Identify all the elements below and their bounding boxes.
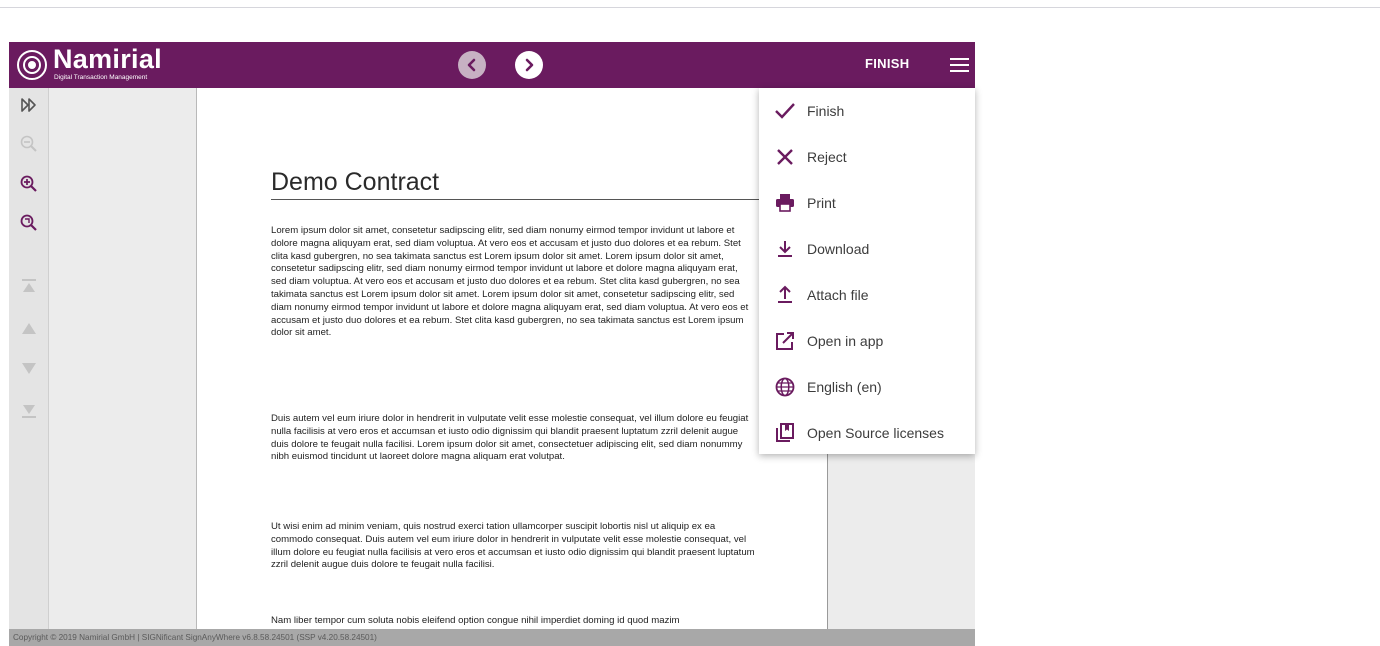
thumbnail-panel [49, 88, 197, 629]
menu-item-finish[interactable]: Finish [759, 88, 975, 134]
double-chevron-right-icon[interactable] [18, 94, 40, 116]
zoom-out-icon[interactable] [18, 133, 40, 155]
document-paragraph: Lorem ipsum dolor sit amet, consetetur s… [271, 225, 749, 339]
close-icon [773, 145, 797, 169]
chevron-left-icon [467, 58, 476, 72]
menu-item-open-in-app[interactable]: Open in app [759, 318, 975, 364]
zoom-in-icon[interactable] [18, 173, 40, 195]
printer-icon [773, 191, 797, 215]
top-divider [0, 7, 1380, 8]
menu-item-label: Open Source licenses [807, 425, 944, 441]
viewer-toolbar [9, 88, 49, 629]
document-paragraph: Duis autem vel eum iriure dolor in hendr… [271, 413, 749, 463]
menu-item-attach-file[interactable]: Attach file [759, 272, 975, 318]
document-page: Demo Contract Lorem ipsum dolor sit amet… [197, 88, 828, 646]
copyright-footer: Copyright © 2019 Namirial GmbH | SIGNifi… [9, 629, 975, 646]
menu-item-download[interactable]: Download [759, 226, 975, 272]
menu-item-label: Finish [807, 103, 845, 119]
last-page-icon[interactable] [18, 400, 40, 422]
actions-menu: Finish Reject Print Download Attach file… [759, 88, 975, 454]
document-paragraph: Ut wisi enim ad minim veniam, quis nostr… [271, 521, 755, 571]
previous-button[interactable] [458, 51, 486, 79]
licenses-icon [773, 421, 797, 445]
triangle-up-icon[interactable] [18, 317, 40, 339]
document-title: Demo Contract [271, 168, 819, 200]
app-header: Namirial Digital Transaction Management … [9, 42, 975, 88]
menu-item-label: Reject [807, 149, 847, 165]
menu-item-language[interactable]: English (en) [759, 364, 975, 410]
namirial-logo: Namirial Digital Transaction Management [17, 44, 167, 84]
menu-item-reject[interactable]: Reject [759, 134, 975, 180]
menu-item-label: English (en) [807, 379, 882, 395]
menu-item-label: Print [807, 195, 836, 211]
menu-item-label: Attach file [807, 287, 869, 303]
upload-icon [773, 283, 797, 307]
download-icon [773, 237, 797, 261]
next-button[interactable] [515, 51, 543, 79]
menu-item-label: Download [807, 241, 870, 257]
first-page-icon[interactable] [18, 275, 40, 297]
checkmark-icon [773, 99, 797, 123]
menu-item-label: Open in app [807, 333, 884, 349]
globe-icon [773, 375, 797, 399]
namirial-logo-mark-icon [17, 50, 47, 80]
hamburger-menu-icon[interactable] [950, 58, 969, 72]
triangle-down-icon[interactable] [18, 358, 40, 380]
logo-subtitle: Digital Transaction Management [54, 74, 148, 81]
chevron-right-icon [525, 58, 534, 72]
open-external-icon [773, 329, 797, 353]
logo-name: Namirial [53, 44, 162, 74]
zoom-reset-icon[interactable] [18, 212, 40, 234]
finish-button[interactable]: FINISH [865, 56, 909, 71]
document-paragraph: Nam liber tempor cum soluta nobis eleife… [271, 615, 680, 626]
menu-item-open-source-licenses[interactable]: Open Source licenses [759, 410, 975, 456]
menu-item-print[interactable]: Print [759, 180, 975, 226]
